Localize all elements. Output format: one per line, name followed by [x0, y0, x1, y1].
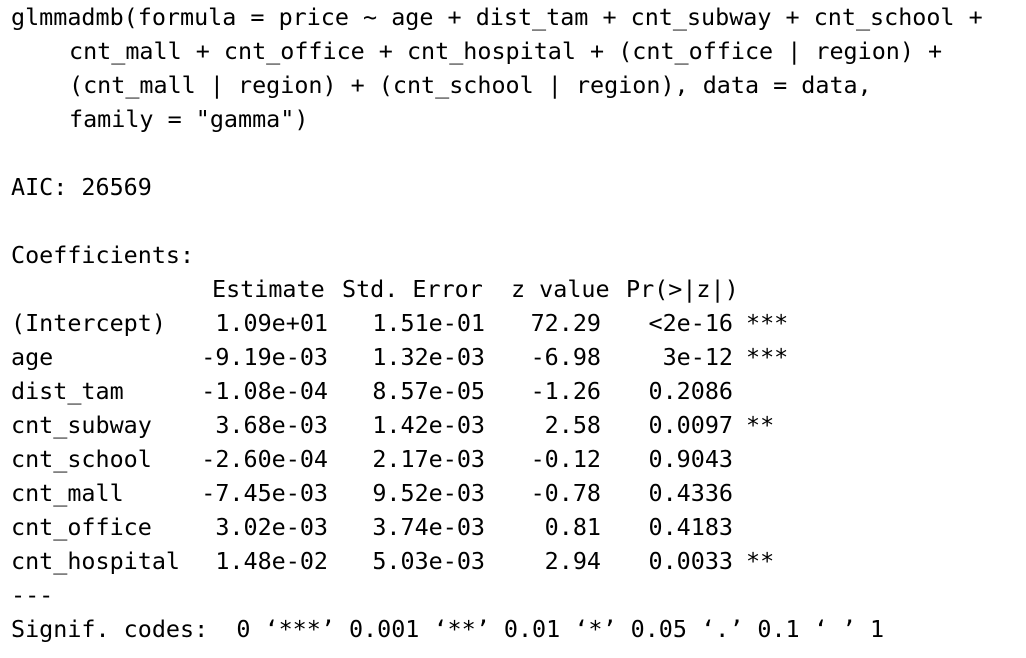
row-name: cnt_school — [11, 445, 152, 473]
row-z-value: 0.81 — [544, 513, 601, 541]
row-std-error: 9.52e-03 — [372, 479, 485, 507]
header-z-value: z value — [511, 275, 610, 303]
call-line-3: (cnt_mall | region) + (cnt_school | regi… — [69, 71, 872, 99]
row-estimate: -1.08e-04 — [201, 377, 328, 405]
aic-value: AIC: 26569 — [11, 173, 152, 201]
row-std-error: 1.32e-03 — [372, 343, 485, 371]
row-p-value: 0.4183 — [648, 513, 734, 541]
row-std-error: 2.17e-03 — [372, 445, 485, 473]
table-row: cnt_mall -7.45e-03 9.52e-03 -0.78 0.4336 — [11, 476, 811, 510]
call-line-1: glmmadmb(formula = price ~ age + dist_ta… — [11, 3, 983, 31]
row-p-value: 3e-12 — [662, 343, 733, 371]
row-z-value: -0.12 — [530, 445, 601, 473]
row-z-value: 2.58 — [544, 411, 601, 439]
table-row: cnt_subway 3.68e-03 1.42e-03 2.58 0.0097 ** — [11, 408, 811, 442]
table-row: cnt_office 3.02e-03 3.74e-03 0.81 0.4183 — [11, 510, 811, 544]
row-signif: *** — [746, 309, 789, 337]
row-std-error: 3.74e-03 — [372, 513, 485, 541]
coefficients-title: Coefficients: — [11, 241, 195, 269]
coefficients-header: Estimate Std. Error z value Pr(>|z|) — [11, 272, 811, 306]
header-p-value: Pr(>|z|) — [626, 275, 739, 303]
signif-codes: Signif. codes: 0 ‘***’ 0.001 ‘**’ 0.01 ‘… — [11, 615, 885, 643]
separator: --- — [11, 581, 54, 609]
row-estimate: -7.45e-03 — [201, 479, 328, 507]
table-row: cnt_hospital 1.48e-02 5.03e-03 2.94 0.0033 ** — [11, 544, 811, 578]
row-name: cnt_office — [11, 513, 152, 541]
header-std-error: Std. Error — [342, 275, 483, 303]
row-p-value: 0.4336 — [648, 479, 734, 507]
header-estimate: Estimate — [212, 275, 325, 303]
row-signif: *** — [746, 343, 789, 371]
row-name: dist_tam — [11, 377, 124, 405]
row-p-value: 0.9043 — [648, 445, 734, 473]
row-std-error: 5.03e-03 — [372, 547, 485, 575]
row-p-value: 0.2086 — [648, 377, 734, 405]
row-std-error: 1.51e-01 — [372, 309, 485, 337]
row-p-value: 0.0033 — [648, 547, 734, 575]
row-std-error: 8.57e-05 — [372, 377, 485, 405]
row-estimate: 1.48e-02 — [215, 547, 328, 575]
table-row: cnt_school -2.60e-04 2.17e-03 -0.12 0.9043 — [11, 442, 811, 476]
row-signif: ** — [746, 411, 775, 439]
row-name: (Intercept) — [11, 309, 166, 337]
row-std-error: 1.42e-03 — [372, 411, 485, 439]
table-row: age -9.19e-03 1.32e-03 -6.98 3e-12 *** — [11, 340, 811, 374]
row-estimate: 3.02e-03 — [215, 513, 328, 541]
row-estimate: 1.09e+01 — [215, 309, 328, 337]
row-name: cnt_hospital — [11, 547, 180, 575]
row-z-value: -0.78 — [530, 479, 601, 507]
row-name: cnt_mall — [11, 479, 124, 507]
row-name: cnt_subway — [11, 411, 152, 439]
row-name: age — [11, 343, 54, 371]
row-z-value: -1.26 — [530, 377, 601, 405]
row-z-value: -6.98 — [530, 343, 601, 371]
table-row: dist_tam -1.08e-04 8.57e-05 -1.26 0.2086 — [11, 374, 811, 408]
call-line-4: family = "gamma") — [69, 105, 309, 133]
row-estimate: 3.68e-03 — [215, 411, 328, 439]
row-p-value: 0.0097 — [648, 411, 734, 439]
row-p-value: <2e-16 — [648, 309, 734, 337]
call-line-2: cnt_mall + cnt_office + cnt_hospital + (… — [69, 37, 943, 65]
console-output: glmmadmb(formula = price ~ age + dist_ta… — [0, 0, 1026, 658]
row-z-value: 72.29 — [530, 309, 601, 337]
row-estimate: -2.60e-04 — [201, 445, 328, 473]
table-row: (Intercept) 1.09e+01 1.51e-01 72.29 <2e-16 **… — [11, 306, 811, 340]
row-signif: ** — [746, 547, 775, 575]
row-z-value: 2.94 — [544, 547, 601, 575]
row-estimate: -9.19e-03 — [201, 343, 328, 371]
